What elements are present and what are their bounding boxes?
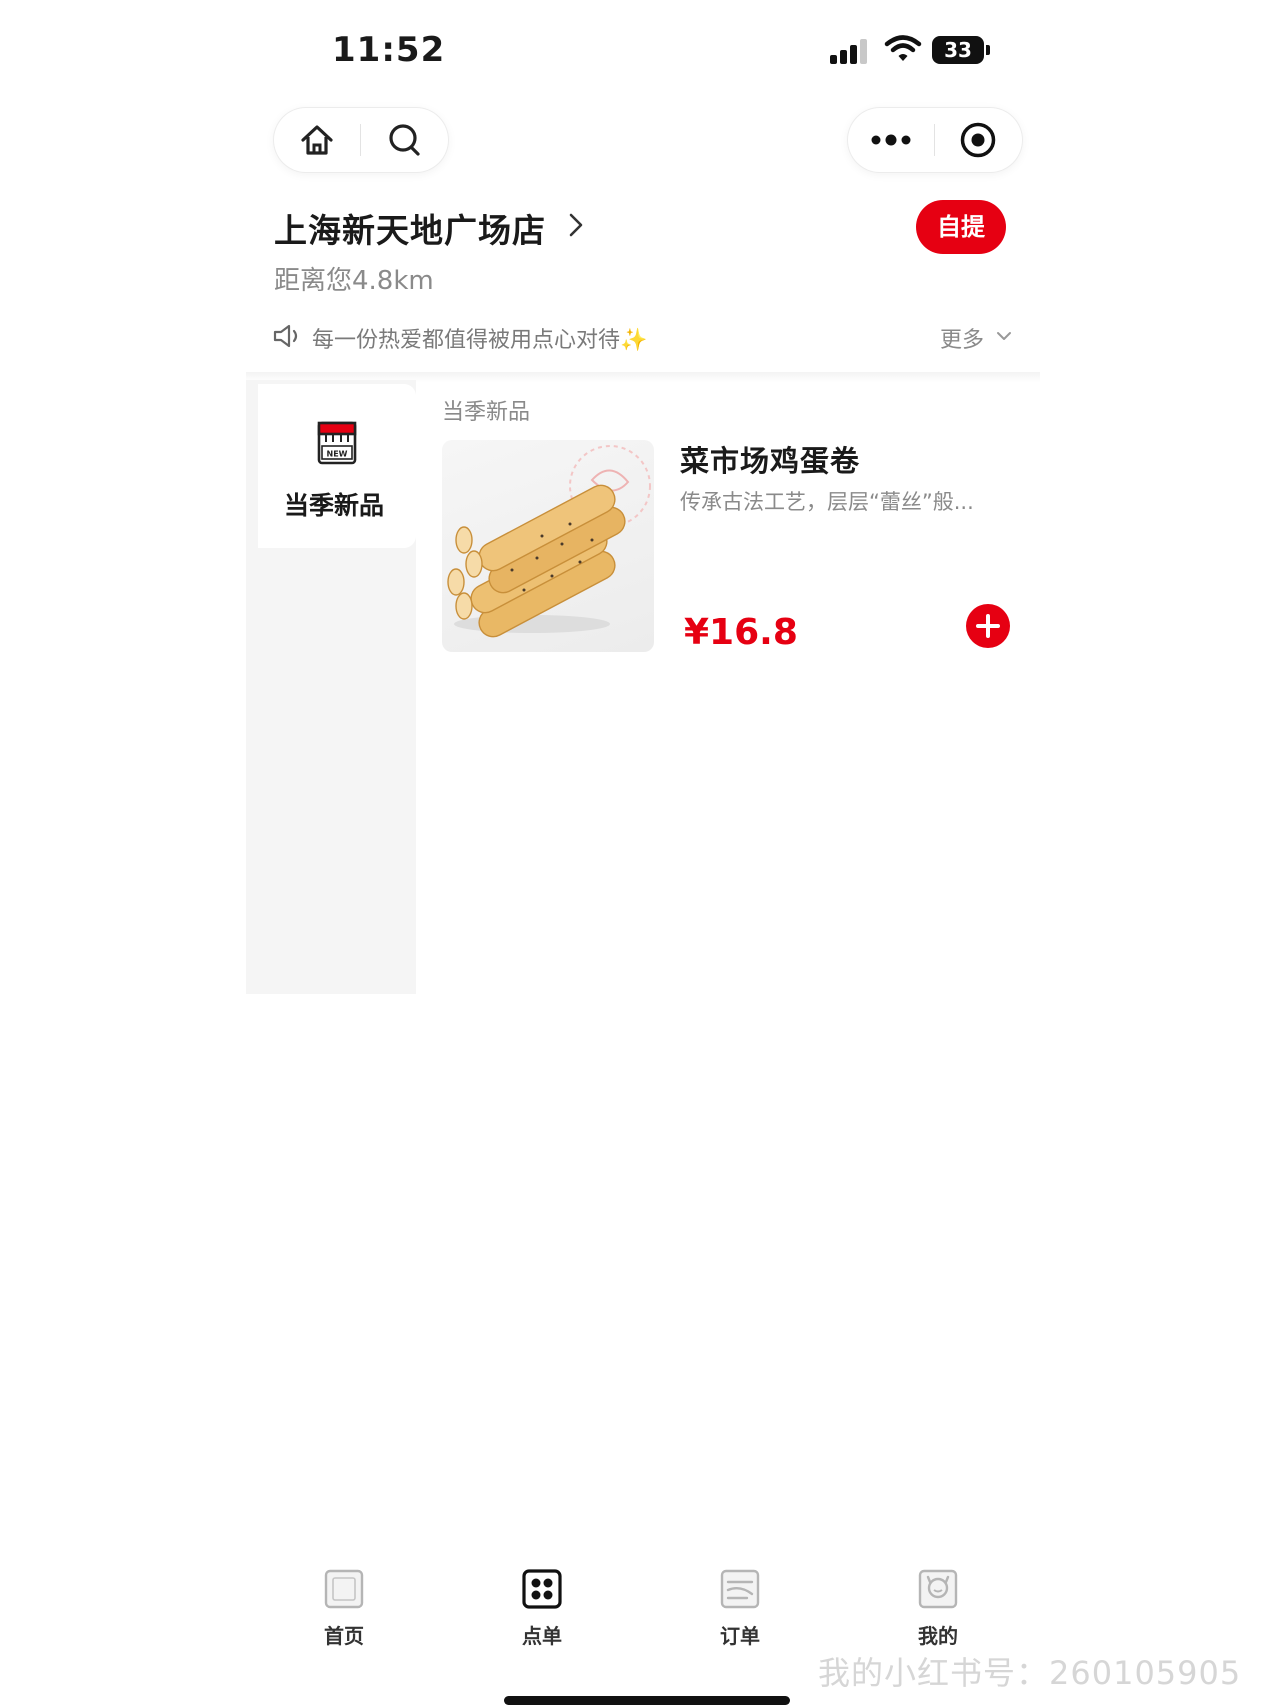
close-miniprogram-button[interactable] [935,108,1021,172]
nav-capsule-right [848,108,1022,172]
nav-capsule-left [274,108,448,172]
wifi-icon [884,35,922,61]
plus-icon [976,614,1000,638]
chevron-right-icon[interactable] [566,210,586,240]
tab-home[interactable]: 首页 [294,1568,394,1658]
egg-roll-image [447,445,651,638]
tab-home-label: 首页 [324,1624,364,1648]
status-time: 11:52 [332,30,446,70]
product-image[interactable] [442,440,654,652]
more-dots-icon [871,134,911,146]
product-description: 传承古法工艺，层层“蕾丝”般... [680,490,974,514]
more-link[interactable]: 更多 [940,322,984,354]
add-to-cart-button[interactable] [966,604,1010,648]
search-icon [389,124,420,156]
search-button[interactable] [361,108,447,172]
battery-level: 33 [932,36,984,64]
home-indicator[interactable] [504,1696,790,1705]
new-product-shop-icon: NEW [317,421,357,465]
home-icon [301,125,333,155]
watermark-text: 我的小红书号：260105905 [818,1654,1242,1692]
battery-icon: 33 [932,36,990,66]
tab-order-menu[interactable]: 点单 [492,1568,592,1658]
product-price: ¥16.8 [684,612,798,653]
orders-tab-icon [720,1569,760,1609]
tab-orders-label: 订单 [720,1624,760,1648]
new-badge-text: NEW [327,450,348,459]
category-item-seasonal[interactable] [258,384,416,548]
chevron-down-icon[interactable] [995,326,1013,346]
section-title: 当季新品 [442,400,531,425]
product-name[interactable]: 菜市场鸡蛋卷 [680,438,860,480]
category-label: 当季新品 [284,491,385,520]
order-menu-tab-icon [522,1569,562,1609]
tab-orders[interactable]: 订单 [690,1568,790,1658]
store-distance: 距离您4.8km [274,266,434,296]
home-tab-icon [324,1569,364,1609]
pickup-toggle-button[interactable]: 自提 [916,200,1006,254]
more-options-button[interactable] [848,108,934,172]
store-name[interactable]: 上海新天地广场店 [274,204,546,252]
home-button[interactable] [274,108,360,172]
tab-order-menu-label: 点单 [522,1624,562,1648]
cellular-signal-icon [830,38,874,64]
tab-profile[interactable]: 我的 [888,1568,988,1658]
speaker-icon [273,324,298,348]
tab-profile-label: 我的 [918,1624,958,1648]
record-circle-icon [960,122,996,158]
announcement-text: 每一份热爱都值得被用点心对待✨ [312,328,648,353]
profile-tab-icon [918,1569,958,1609]
